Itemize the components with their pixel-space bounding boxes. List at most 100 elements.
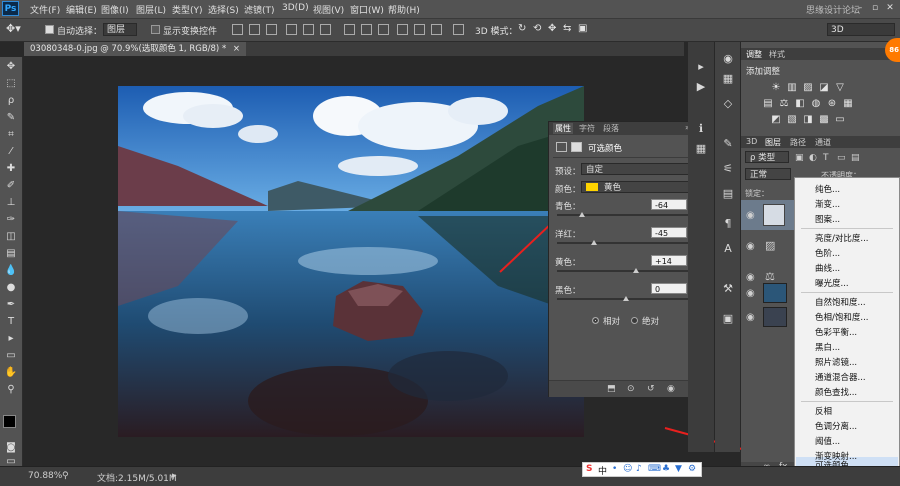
hue-sat-icon[interactable]: ▤ [763,99,773,109]
tab-character[interactable]: 字符 [579,123,595,134]
slider-value-field[interactable]: +14 [651,255,687,266]
emoji-icon[interactable]: ☺ [623,464,632,474]
quick-select-tool-icon[interactable]: ✎ [4,112,18,123]
menu-type[interactable]: 类型(Y) [172,3,203,16]
sogou-logo-icon[interactable]: S [586,464,592,474]
filter-shape-icon[interactable]: ▭ [837,153,846,163]
invert-icon[interactable]: ◩ [771,115,781,125]
distribute-hcenter-icon[interactable] [414,24,425,35]
close-window-icon[interactable]: ✕ [884,2,896,14]
view-previous-icon[interactable]: ⊙ [627,384,635,394]
brightness-icon[interactable]: ☀ [771,83,781,93]
move-tool-icon[interactable]: ✥▾ [6,22,21,35]
dodge-tool-icon[interactable]: ● [4,282,18,293]
paragraph-panel-icon[interactable]: ¶ [720,217,736,231]
color-balance-icon[interactable]: ⚖ [779,99,789,109]
info-panel-icon[interactable]: ℹ [693,122,709,136]
shape-tool-icon[interactable]: ▭ [4,350,18,361]
menu-item[interactable]: 曲线... [815,262,840,274]
menu-item[interactable]: 色阶... [815,247,840,259]
threshold-icon[interactable]: ◨ [803,115,813,125]
menu-item[interactable]: 照片滤镜... [815,356,857,368]
shirt-icon[interactable]: ▼ [675,464,682,474]
gradient-tool-icon[interactable]: ▤ [4,248,18,259]
menu-item[interactable]: 色彩平衡... [815,326,857,338]
distribute-left-icon[interactable] [397,24,408,35]
menu-image[interactable]: 图像(I) [101,3,129,16]
clone-stamp-icon[interactable]: ⊥ [4,197,18,208]
zoom-level[interactable]: 70.88% [28,471,62,481]
3d-scale-icon[interactable]: ▣ [578,23,587,34]
menu-window[interactable]: 窗口(W) [350,3,384,16]
selective-color-icon[interactable]: ▩ [819,115,829,125]
bw-icon[interactable]: ◧ [795,99,805,109]
menu-item[interactable]: 自然饱和度... [815,296,866,308]
slider-knob[interactable] [623,296,629,301]
crop-tool-icon[interactable]: ⌗ [4,129,18,140]
align-hcenter-icon[interactable] [303,24,314,35]
path-select-icon[interactable]: ▸ [4,333,18,344]
preset-dropdown[interactable]: 自定 [581,163,697,175]
history-panel-icon[interactable]: ▸ [693,60,709,74]
slider-knob[interactable] [633,268,639,273]
swatches-panel-icon[interactable]: ▦ [720,72,736,86]
filter-pixel-icon[interactable]: ▣ [795,153,804,163]
menu-select[interactable]: 选择(S) [208,3,239,16]
visibility-eye-icon[interactable]: ◉ [746,312,755,323]
menu-item[interactable]: 阈值... [815,435,840,447]
align-vcenter-icon[interactable] [249,24,260,35]
foreground-color-swatch[interactable] [3,415,16,428]
filter-type-icon[interactable]: T [823,153,829,163]
brush-tool-icon[interactable]: ✐ [4,180,18,191]
visibility-eye-icon[interactable]: ◉ [667,384,675,394]
exposure-icon[interactable]: ◪ [819,83,829,93]
hand-tool-icon[interactable]: ✋ [4,367,18,378]
menu-view[interactable]: 视图(V) [313,3,344,16]
menu-filter[interactable]: 滤镜(T) [244,3,275,16]
tab-layers[interactable]: 图层 [765,137,781,148]
quick-mask-icon[interactable]: ◙ [4,442,18,453]
curves-icon[interactable]: ▨ [803,83,813,93]
filter-adjustment-icon[interactable]: ◐ [809,153,817,163]
distribute-right-icon[interactable] [431,24,442,35]
ime-mode[interactable]: 中 [598,464,607,477]
relative-radio[interactable] [592,317,599,324]
distribute-bottom-icon[interactable] [378,24,389,35]
tab-styles[interactable]: 样式 [769,49,785,60]
type-tool-icon[interactable]: T [4,316,18,327]
slider-track[interactable] [557,214,695,216]
keyboard-icon[interactable]: ⌨ [648,464,661,474]
brush-presets-icon[interactable]: ⚟ [720,162,736,176]
menu-item[interactable]: 黑白... [815,341,840,353]
minimize-icon[interactable]: – [854,2,866,14]
align-left-icon[interactable] [286,24,297,35]
slider-knob[interactable] [591,240,597,245]
document-tab[interactable]: 03080348-0.jpg @ 70.9%(选取颜色 1, RGB/8) * … [24,42,247,56]
distribute-vcenter-icon[interactable] [361,24,372,35]
clone-source-icon[interactable]: ▤ [720,187,736,201]
punctuation-icon[interactable]: • [612,464,617,474]
slider-knob[interactable] [579,212,585,217]
tab-channels[interactable]: 通道 [815,137,831,148]
marquee-tool-icon[interactable]: ⬚ [4,78,18,89]
tab-properties[interactable]: 属性 [553,123,573,134]
3d-slide-icon[interactable]: ⇆ [563,23,571,34]
zoom-tool-icon[interactable]: ⚲ [4,384,18,395]
gradient-map-icon[interactable]: ▭ [835,115,845,125]
menu-item[interactable]: 反相 [815,405,832,417]
3d-orbit-icon[interactable]: ↻ [518,23,526,34]
auto-select-dropdown[interactable]: 图层 [103,23,137,36]
photo-filter-icon[interactable]: ◍ [811,99,821,109]
healing-brush-icon[interactable]: ✚ [4,163,18,174]
tools-icon[interactable]: ⚙ [688,464,696,474]
slider-value-field[interactable]: 0 [651,283,687,294]
blur-tool-icon[interactable]: 💧 [4,265,18,276]
colors-dropdown[interactable]: 黄色 [581,181,697,193]
layer-row-photo-2[interactable]: ◉ [741,304,794,330]
tab-paragraph[interactable]: 段落 [603,123,619,134]
channel-mixer-icon[interactable]: ⊛ [827,99,837,109]
clip-to-layer-icon[interactable]: ⬒ [607,384,616,394]
tool-presets-icon[interactable]: ⚒ [720,282,736,296]
slider-value-field[interactable]: -45 [651,227,687,238]
menu-item[interactable]: 色相/饱和度... [815,311,868,323]
